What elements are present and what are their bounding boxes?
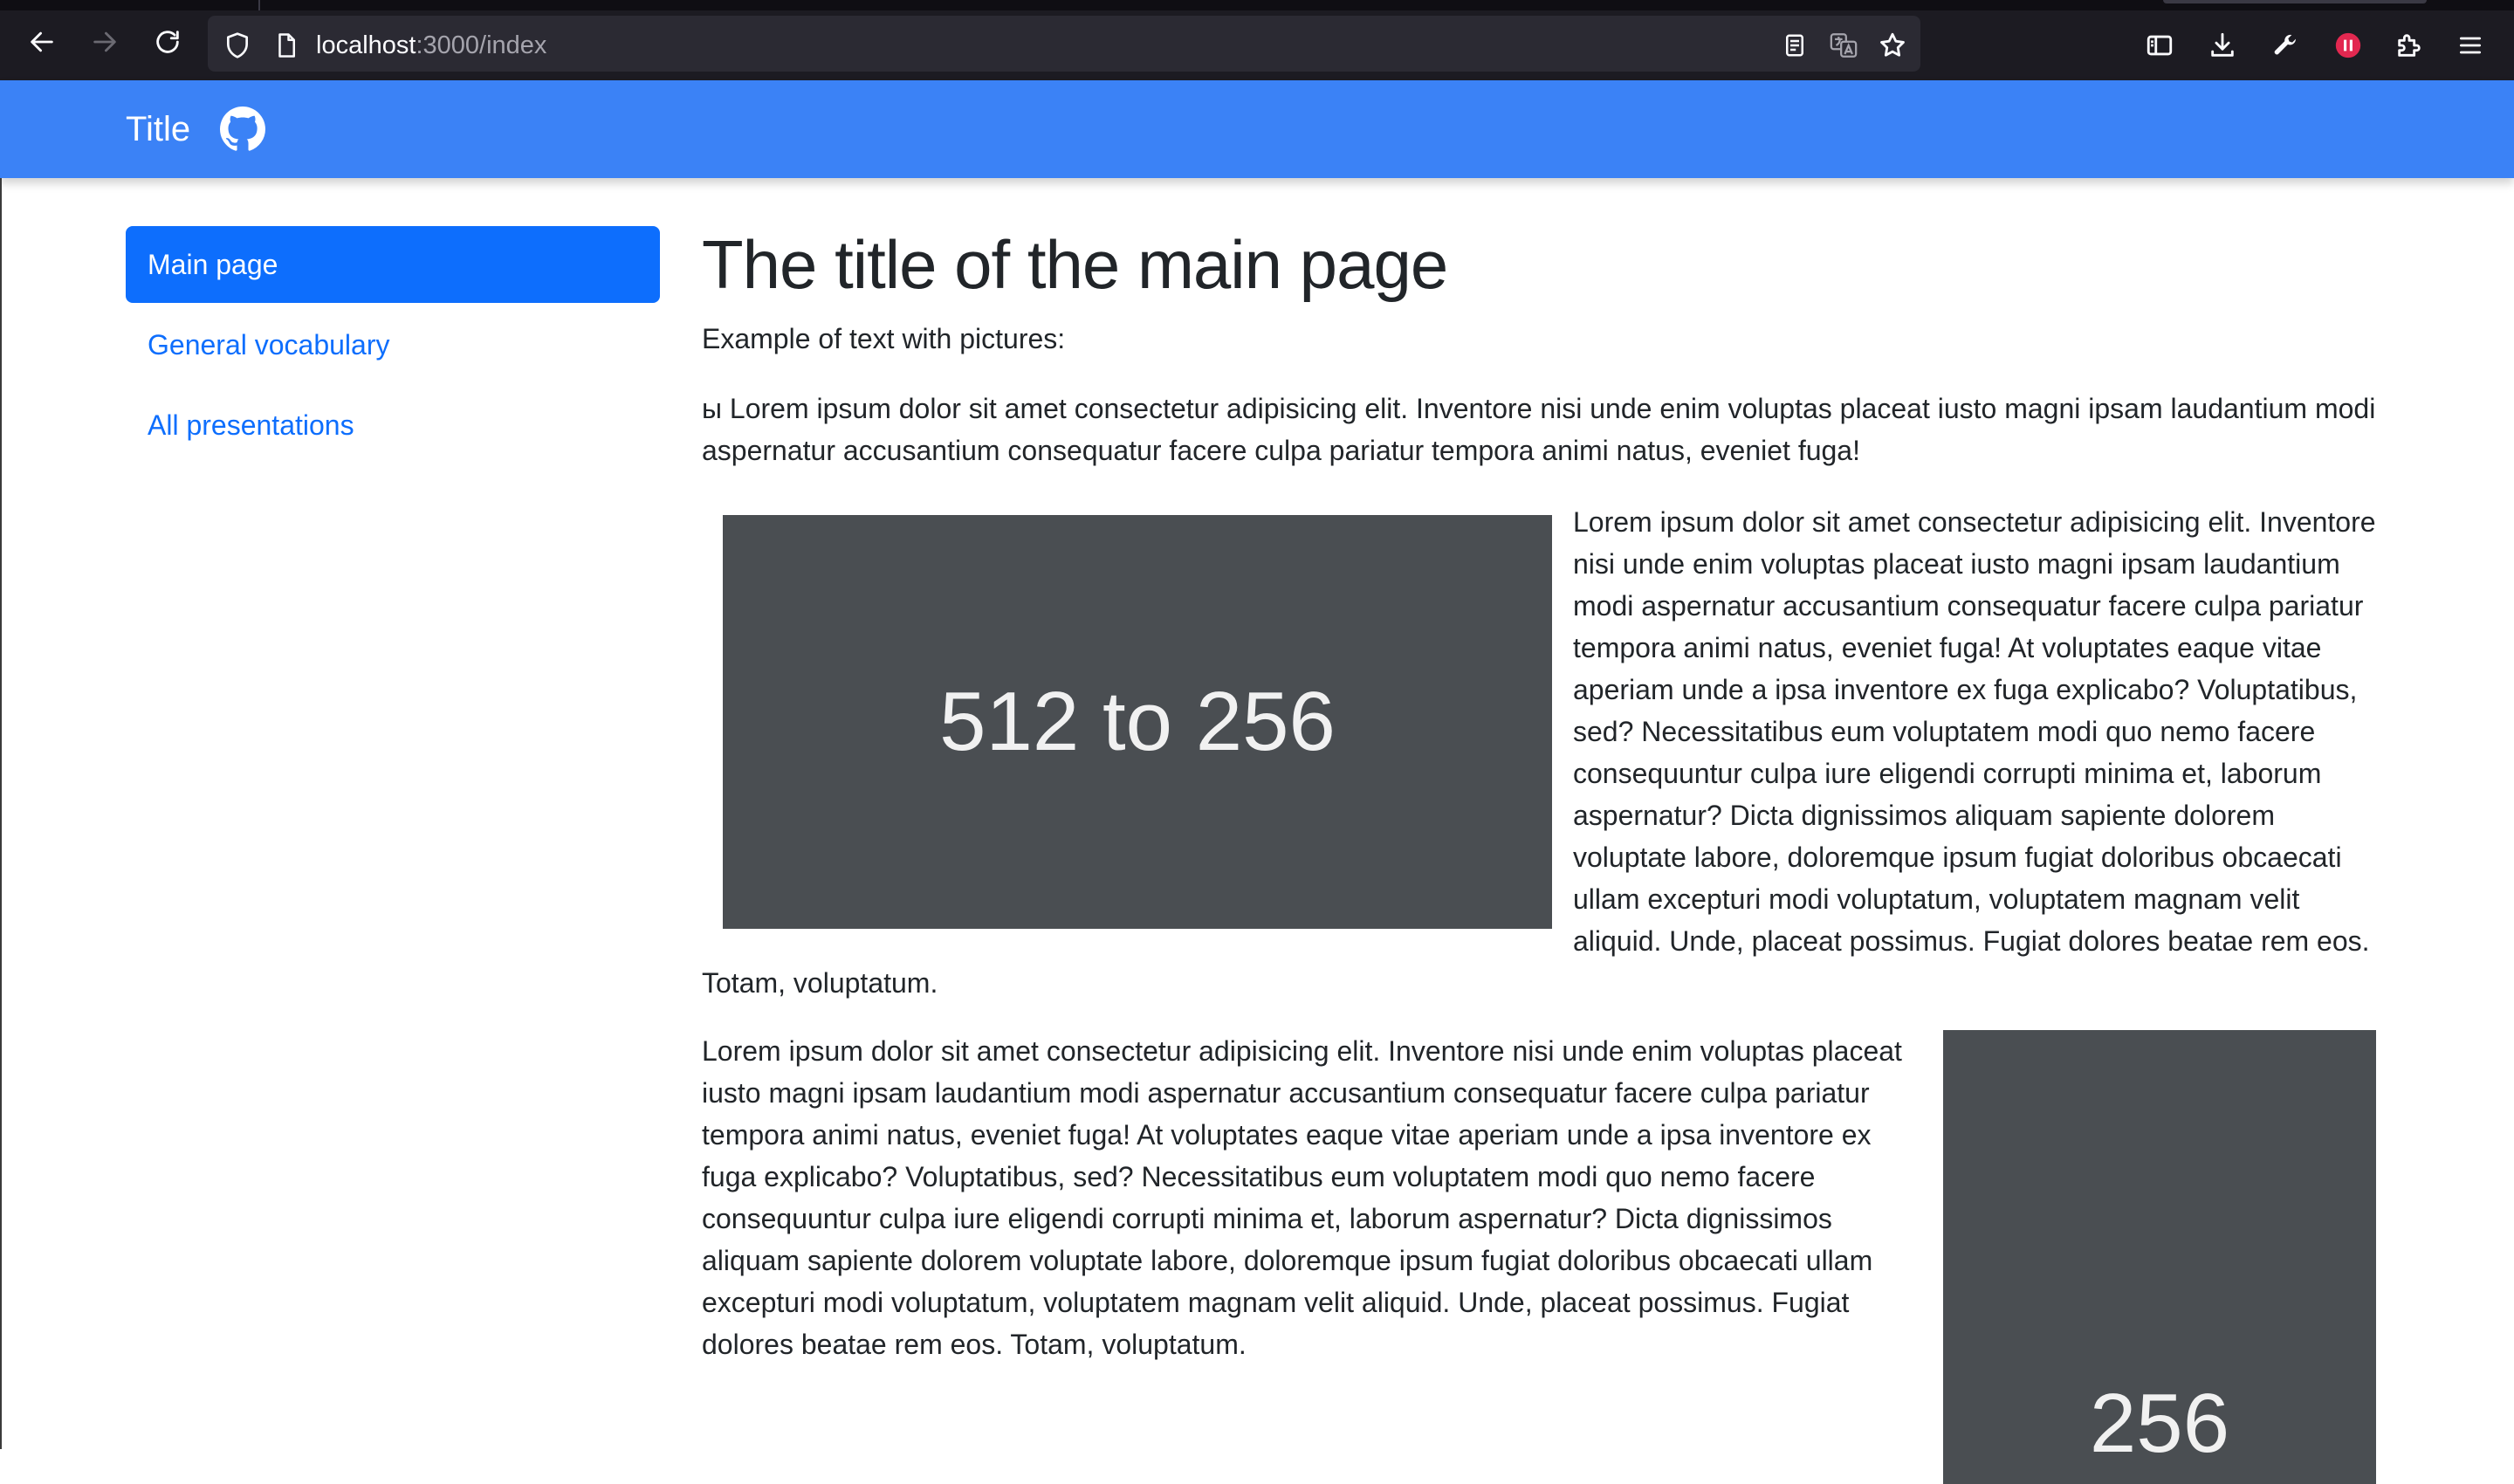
brand-title[interactable]: Title	[126, 105, 190, 154]
paragraph-2-block: 512 to 256 Lorem ipsum dolor sit amet co…	[702, 501, 2387, 1004]
sidebar-item-main-page[interactable]: Main page	[126, 226, 660, 303]
tab-divider	[258, 0, 260, 10]
back-icon[interactable]	[23, 23, 61, 61]
reader-view-icon[interactable]	[1777, 28, 1812, 63]
github-icon[interactable]	[220, 106, 265, 152]
extensions-icon[interactable]	[2390, 26, 2428, 65]
site-header: Title	[0, 80, 2514, 178]
intro-text: Example of text with pictures:	[702, 323, 1066, 354]
sidebar-item-all-presentations[interactable]: All presentations	[126, 387, 660, 464]
shield-icon[interactable]	[220, 28, 255, 63]
paragraph-1: ы Lorem ipsum dolor sit amet consectetur…	[702, 393, 2376, 466]
bookmark-star-icon[interactable]	[1875, 28, 1910, 63]
menu-icon[interactable]	[2451, 26, 2490, 65]
tab-strip	[0, 0, 2514, 10]
image-label: 256	[2089, 1377, 2230, 1470]
paragraph-3-block: 256 Lorem ipsum dolor sit amet consectet…	[702, 1030, 2387, 1484]
wrench-icon[interactable]	[2266, 26, 2304, 65]
download-icon[interactable]	[2203, 26, 2242, 65]
url-path: :3000/index	[416, 31, 547, 59]
reload-icon[interactable]	[148, 23, 187, 61]
main-content: The title of the main page Example of te…	[702, 218, 2387, 1484]
record-icon[interactable]	[2329, 26, 2367, 65]
browser-toolbar: localhost:3000/index	[0, 0, 2514, 80]
page-title: The title of the main page	[702, 226, 1448, 303]
image-label: 512 to 256	[939, 675, 1336, 768]
placeholder-image-512-to-256: 512 to 256	[723, 515, 1552, 929]
translate-icon[interactable]	[1826, 28, 1861, 63]
placeholder-image-256: 256	[1943, 1030, 2376, 1484]
page-icon[interactable]	[269, 28, 304, 63]
forward-icon[interactable]	[86, 23, 124, 61]
url-text[interactable]: localhost:3000/index	[316, 28, 546, 63]
sidebar-nav: Main page General vocabulary All present…	[126, 226, 660, 467]
sidebar-item-general-vocabulary[interactable]: General vocabulary	[126, 306, 660, 383]
sidebar-icon[interactable]	[2140, 26, 2179, 65]
url-host: localhost	[316, 31, 416, 59]
active-tab-indicator[interactable]	[2163, 0, 2427, 3]
window-border	[0, 178, 2, 1449]
